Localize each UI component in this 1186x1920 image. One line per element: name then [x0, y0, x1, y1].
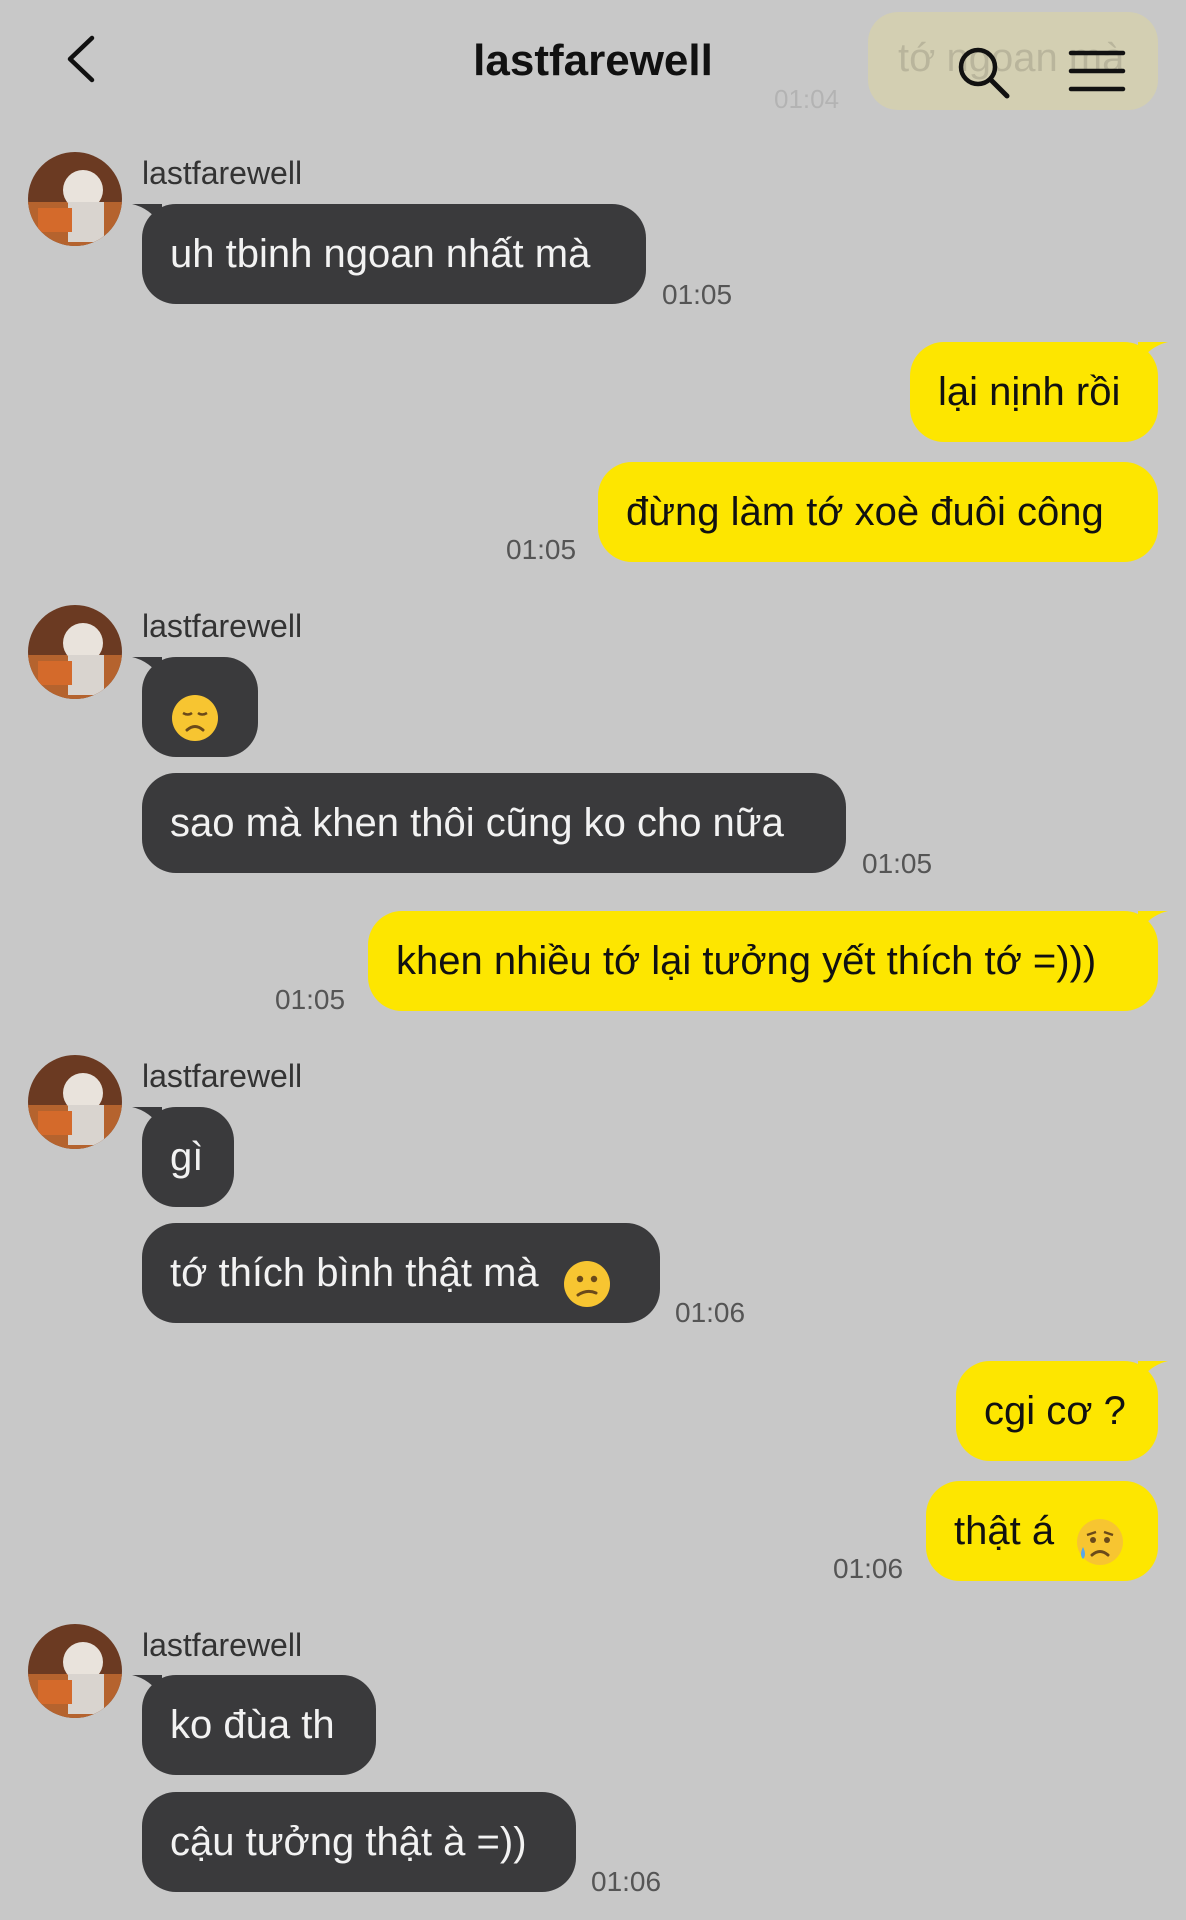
message-bubble-incoming[interactable]: cậu tưởng thật à =)) — [142, 1792, 576, 1892]
message-text: tớ thích bình thật mà — [170, 1251, 539, 1295]
message-bubble-outgoing[interactable]: cgi cơ ? — [956, 1361, 1168, 1461]
sender-name: lastfarewell — [142, 155, 303, 191]
message-text: uh tbinh ngoan nhất mà — [170, 232, 591, 276]
message-bubble-incoming[interactable]: ko đùa th — [132, 1675, 376, 1775]
chat-header: tớ ngoan mà 01:04 lastfarewell — [0, 0, 1186, 120]
search-icon[interactable] — [955, 44, 1011, 100]
message-text: cgi cơ ? — [984, 1389, 1126, 1433]
menu-icon[interactable] — [1068, 48, 1126, 94]
message-bubble-incoming[interactable]: tớ thích bình thật mà — [142, 1223, 660, 1323]
sender-name: lastfarewell — [142, 1627, 303, 1663]
message-time: 01:05 — [506, 534, 577, 565]
disappointed-face-icon — [170, 680, 220, 742]
message-time: 01:05 — [275, 984, 346, 1015]
ghost-message-time: 01:04 — [774, 84, 840, 114]
message-time: 01:06 — [833, 1553, 904, 1584]
avatar[interactable] — [28, 152, 122, 246]
message-bubble-incoming[interactable]: sao mà khen thôi cũng ko cho nữa — [142, 773, 846, 873]
message-text: cậu tưởng thật à =)) — [170, 1820, 527, 1864]
message-time: 01:05 — [662, 279, 733, 310]
sender-name: lastfarewell — [142, 1058, 303, 1094]
message-bubble-outgoing[interactable]: thật á — [926, 1481, 1158, 1581]
avatar[interactable] — [28, 1624, 122, 1718]
message-text: gì — [170, 1135, 204, 1179]
avatar[interactable] — [28, 605, 122, 699]
sad-relieved-face-icon — [1075, 1504, 1125, 1566]
message-bubble-incoming[interactable]: uh tbinh ngoan nhất mà — [132, 204, 646, 304]
message-text: thật á — [954, 1509, 1055, 1553]
message-text: ko đùa th — [170, 1703, 335, 1747]
message-bubble-outgoing[interactable]: lại nịnh rồi — [910, 342, 1168, 442]
message-bubble-incoming[interactable] — [132, 657, 258, 757]
message-bubble-outgoing[interactable]: khen nhiều tớ lại tưởng yết thích tớ =))… — [368, 911, 1168, 1011]
sender-name: lastfarewell — [142, 608, 303, 644]
message-bubble-incoming[interactable]: gì — [132, 1107, 234, 1207]
message-time: 01:06 — [591, 1866, 662, 1897]
message-text: sao mà khen thôi cũng ko cho nữa — [170, 801, 784, 845]
message-time: 01:06 — [675, 1297, 746, 1328]
message-bubble-outgoing[interactable]: đừng làm tớ xoè đuôi công — [598, 462, 1158, 562]
message-text: khen nhiều tớ lại tưởng yết thích tớ =))… — [396, 939, 1097, 983]
message-time: 01:05 — [862, 848, 933, 879]
message-text: lại nịnh rồi — [938, 370, 1121, 414]
confused-face-icon — [562, 1246, 612, 1308]
avatar[interactable] — [28, 1055, 122, 1149]
message-text: đừng làm tớ xoè đuôi công — [626, 490, 1104, 534]
